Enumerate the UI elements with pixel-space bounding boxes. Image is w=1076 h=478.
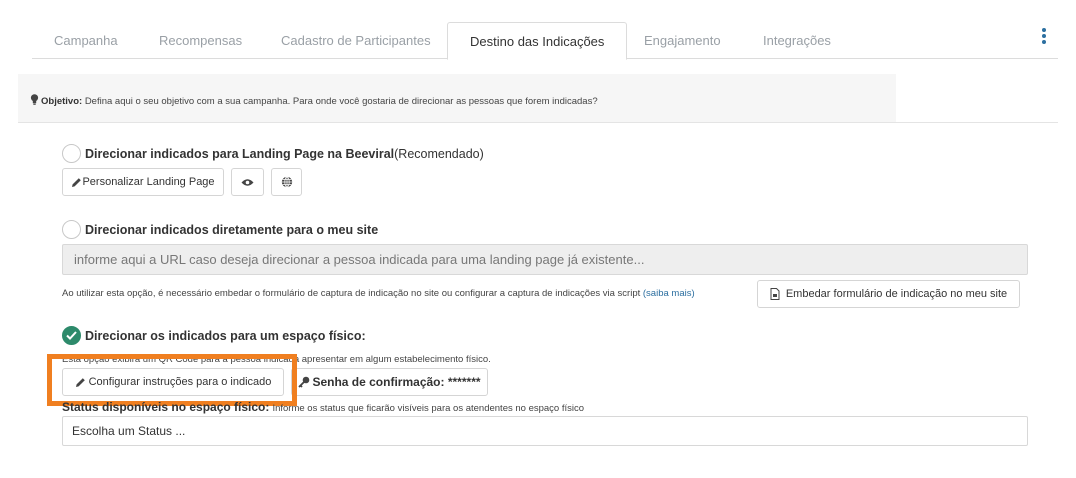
status-line: Status disponíveis no espaço físico: Inf… <box>62 400 584 414</box>
option-landing-title: Direcionar indicados para Landing Page n… <box>85 146 395 161</box>
embed-note-text: Ao utilizar esta opção, é necessário emb… <box>62 288 641 299</box>
globe-button[interactable] <box>271 168 302 196</box>
check-icon <box>66 331 77 340</box>
globe-icon <box>281 176 292 188</box>
site-url-input[interactable]: informe aqui a URL caso deseja direciona… <box>62 244 1028 275</box>
option-landing-page: Direcionar indicados para Landing Page n… <box>62 144 484 163</box>
confirmation-password-button[interactable]: Senha de confirmação: ******* <box>291 368 488 396</box>
radio-landing-page[interactable] <box>62 144 81 163</box>
embed-form-button[interactable]: Embedar formulário de indicação no meu s… <box>757 280 1020 308</box>
tab-integracoes[interactable]: Integrações <box>741 22 853 59</box>
kebab-vertical-icon[interactable] <box>1040 28 1048 46</box>
option-physical-space: Direcionar os indicados para um espaço f… <box>62 326 366 345</box>
divider <box>18 122 1058 123</box>
lightbulb-icon <box>30 94 39 105</box>
customize-landing-page-button[interactable]: Personalizar Landing Page <box>62 168 224 196</box>
configure-instructions-button[interactable]: Configurar instruções para o indicado <box>62 368 284 396</box>
tab-bar: Campanha Recompensas Cadastro de Partici… <box>32 22 1058 60</box>
tab-engajamento[interactable]: Engajamento <box>622 22 743 59</box>
tab-destino-indicacoes[interactable]: Destino das Indicações <box>447 22 628 60</box>
radio-own-site[interactable] <box>62 220 81 239</box>
objective-banner: Objetivo: Defina aqui o seu objetivo com… <box>18 74 896 122</box>
embed-note: Ao utilizar esta opção, é necessário emb… <box>62 288 695 299</box>
objective-label: Objetivo: <box>41 96 83 107</box>
option-site-title: Direcionar indicados diretamente para o … <box>85 222 379 237</box>
option-physical-title: Direcionar os indicados para um espaço f… <box>85 328 366 343</box>
pencil-icon <box>72 177 82 187</box>
embed-form-label: Embedar formulário de indicação no meu s… <box>785 288 1008 300</box>
pencil-icon <box>75 377 85 387</box>
option-landing-suffix: (Recomendado) <box>394 146 484 161</box>
password-label: Senha de confirmação: <box>312 375 445 389</box>
objective-text: Defina aqui o seu objetivo com a sua cam… <box>84 96 598 107</box>
option-own-site: Direcionar indicados diretamente para o … <box>62 220 378 239</box>
tab-cadastro-participantes[interactable]: Cadastro de Participantes <box>259 22 453 59</box>
configure-instructions-label: Configurar instruções para o indicado <box>88 376 272 388</box>
status-label: Status disponíveis no espaço físico: <box>62 400 270 414</box>
key-icon <box>298 376 310 388</box>
document-icon <box>770 288 780 300</box>
physical-description: Esta opção exibirá um QR Code para a pes… <box>62 354 491 365</box>
learn-more-link[interactable]: (saiba mais) <box>643 288 695 299</box>
radio-physical-space[interactable] <box>62 326 81 345</box>
customize-landing-page-label: Personalizar Landing Page <box>82 176 215 188</box>
eye-icon <box>241 178 254 186</box>
status-select[interactable]: Escolha um Status ... <box>62 416 1028 446</box>
tab-campanha[interactable]: Campanha <box>32 22 140 59</box>
status-help: Informe os status que ficarão visíveis p… <box>272 403 585 414</box>
preview-button[interactable] <box>231 168 264 196</box>
password-value: ******* <box>447 375 481 389</box>
tab-recompensas[interactable]: Recompensas <box>137 22 264 59</box>
